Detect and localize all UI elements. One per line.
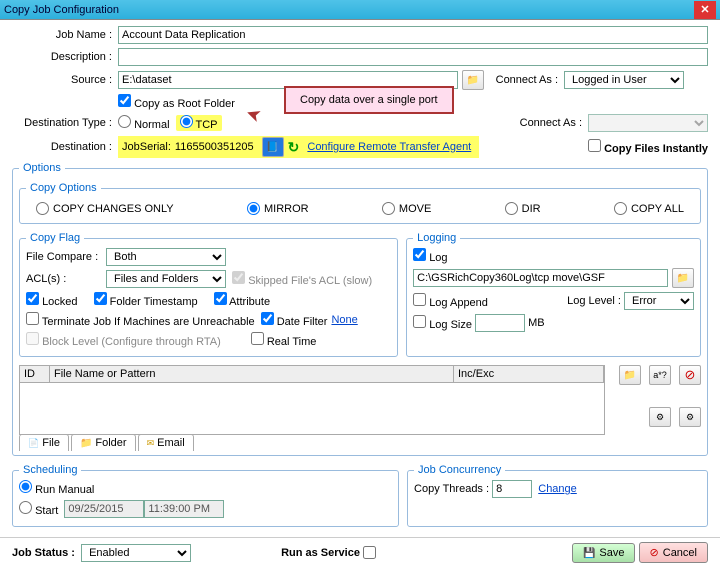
job-status-label: Job Status :: [12, 547, 75, 559]
refresh-serial-button[interactable]: [288, 139, 300, 156]
configure-rta-link[interactable]: Configure Remote Transfer Agent: [303, 140, 475, 154]
wildcard-button[interactable]: [649, 365, 671, 385]
cancel-button[interactable]: Cancel: [639, 542, 708, 563]
dest-type-label: Destination Type :: [12, 117, 118, 129]
date-filter-none-link[interactable]: None: [331, 314, 357, 326]
connect-as-select-1[interactable]: Logged in User: [564, 71, 684, 89]
destination-label: Destination :: [12, 141, 118, 153]
save-button[interactable]: Save: [572, 543, 636, 563]
scheduling-fieldset: Scheduling Run Manual Start: [12, 464, 399, 527]
skipped-acl-checkbox[interactable]: Skipped File's ACL (slow): [232, 271, 372, 287]
description-input[interactable]: [118, 48, 708, 66]
tab-email[interactable]: Email: [138, 434, 194, 451]
copy-changes-radio[interactable]: COPY CHANGES ONLY: [36, 202, 174, 215]
callout-box: Copy data over a single port: [284, 86, 454, 114]
delete-filter-button[interactable]: [679, 365, 701, 385]
options-fieldset: Options Copy Options COPY CHANGES ONLY M…: [12, 162, 708, 456]
run-as-service-label: Run as Service: [281, 547, 360, 559]
start-radio[interactable]: Start: [19, 501, 58, 517]
job-status-select[interactable]: Enabled: [81, 544, 191, 562]
window-title: Copy Job Configuration: [4, 4, 119, 16]
move-radio[interactable]: MOVE: [382, 202, 431, 215]
log-size-input[interactable]: [475, 314, 525, 332]
log-append-checkbox[interactable]: Log Append: [413, 293, 488, 309]
log-path-input[interactable]: [413, 269, 668, 287]
copy-flag-fieldset: Copy Flag File Compare :Both ACL(s) :Fil…: [19, 232, 398, 357]
config-1-button[interactable]: [649, 407, 671, 427]
copy-instantly-checkbox[interactable]: Copy Files Instantly: [588, 139, 708, 155]
gear-icon: [686, 411, 694, 423]
copy-all-radio[interactable]: COPY ALL: [614, 202, 684, 215]
connect-as-select-2: [588, 114, 708, 132]
copy-threads-input[interactable]: [492, 480, 532, 498]
mail-icon: [147, 437, 155, 449]
acls-select[interactable]: Files and Folders: [106, 270, 226, 288]
block-level-checkbox[interactable]: Block Level (Configure through RTA): [26, 332, 221, 348]
concurrency-fieldset: Job Concurrency Copy Threads : Change: [407, 464, 708, 527]
copy-as-root-checkbox[interactable]: Copy as Root Folder: [118, 94, 235, 110]
serial-doc-button[interactable]: [262, 137, 284, 157]
start-time-input: [144, 500, 224, 518]
log-size-checkbox[interactable]: Log Size: [413, 315, 472, 331]
folder-icon: [467, 74, 479, 86]
col-id: ID: [20, 366, 50, 382]
attribute-checkbox[interactable]: Attribute: [214, 292, 270, 308]
job-name-label: Job Name :: [12, 29, 118, 41]
config-2-button[interactable]: [679, 407, 701, 427]
run-as-service-checkbox[interactable]: [363, 546, 376, 559]
folder-icon: [624, 369, 636, 381]
folder-icon: [677, 272, 689, 284]
real-time-checkbox[interactable]: Real Time: [251, 332, 317, 348]
connect-as-label-2: Connect As :: [508, 117, 588, 129]
file-icon: [28, 437, 39, 449]
normal-radio[interactable]: Normal: [118, 115, 170, 131]
date-filter-checkbox[interactable]: Date Filter: [261, 312, 328, 328]
title-bar: Copy Job Configuration ✕: [0, 0, 720, 20]
gear-icon: [656, 411, 664, 423]
browse-log-button[interactable]: [672, 268, 694, 288]
terminate-checkbox[interactable]: Terminate Job If Machines are Unreachabl…: [26, 312, 255, 328]
copy-options-fieldset: Copy Options COPY CHANGES ONLY MIRROR MO…: [19, 182, 701, 224]
logging-fieldset: Logging Log Log AppendLog Level : Error …: [406, 232, 701, 357]
dir-radio[interactable]: DIR: [505, 202, 541, 215]
mirror-radio[interactable]: MIRROR: [247, 202, 309, 215]
folder-ts-checkbox[interactable]: Folder Timestamp: [94, 292, 198, 308]
doc-icon: [266, 141, 278, 153]
delete-icon: [685, 367, 696, 383]
wildcard-icon: [653, 369, 667, 381]
tab-folder[interactable]: Folder: [71, 434, 136, 451]
options-legend: Options: [19, 162, 65, 174]
log-checkbox[interactable]: Log: [413, 248, 447, 264]
file-compare-select[interactable]: Both: [106, 248, 226, 266]
tcp-radio[interactable]: TCP: [180, 115, 218, 131]
log-level-select[interactable]: Error: [624, 292, 694, 310]
description-label: Description :: [12, 51, 118, 63]
close-button[interactable]: ✕: [694, 1, 716, 19]
connect-as-label: Connect As :: [484, 74, 564, 86]
job-name-input[interactable]: [118, 26, 708, 44]
locked-checkbox[interactable]: Locked: [26, 292, 78, 308]
save-icon: [583, 547, 595, 559]
run-manual-radio[interactable]: Run Manual: [19, 480, 94, 496]
change-threads-link[interactable]: Change: [538, 483, 577, 495]
tab-file[interactable]: File: [19, 434, 69, 451]
start-date-input: [64, 500, 144, 518]
folder-icon: [80, 437, 92, 449]
add-filter-button[interactable]: [619, 365, 641, 385]
source-label: Source :: [12, 74, 118, 86]
browse-source-button[interactable]: [462, 70, 484, 90]
col-filename: File Name or Pattern: [50, 366, 454, 382]
filter-grid[interactable]: ID File Name or Pattern Inc/Exc: [19, 365, 605, 435]
cancel-icon: [650, 546, 659, 559]
job-serial-panel: JobSerial: 1165500351205 Configure Remot…: [118, 136, 479, 158]
col-incexc: Inc/Exc: [454, 366, 604, 382]
